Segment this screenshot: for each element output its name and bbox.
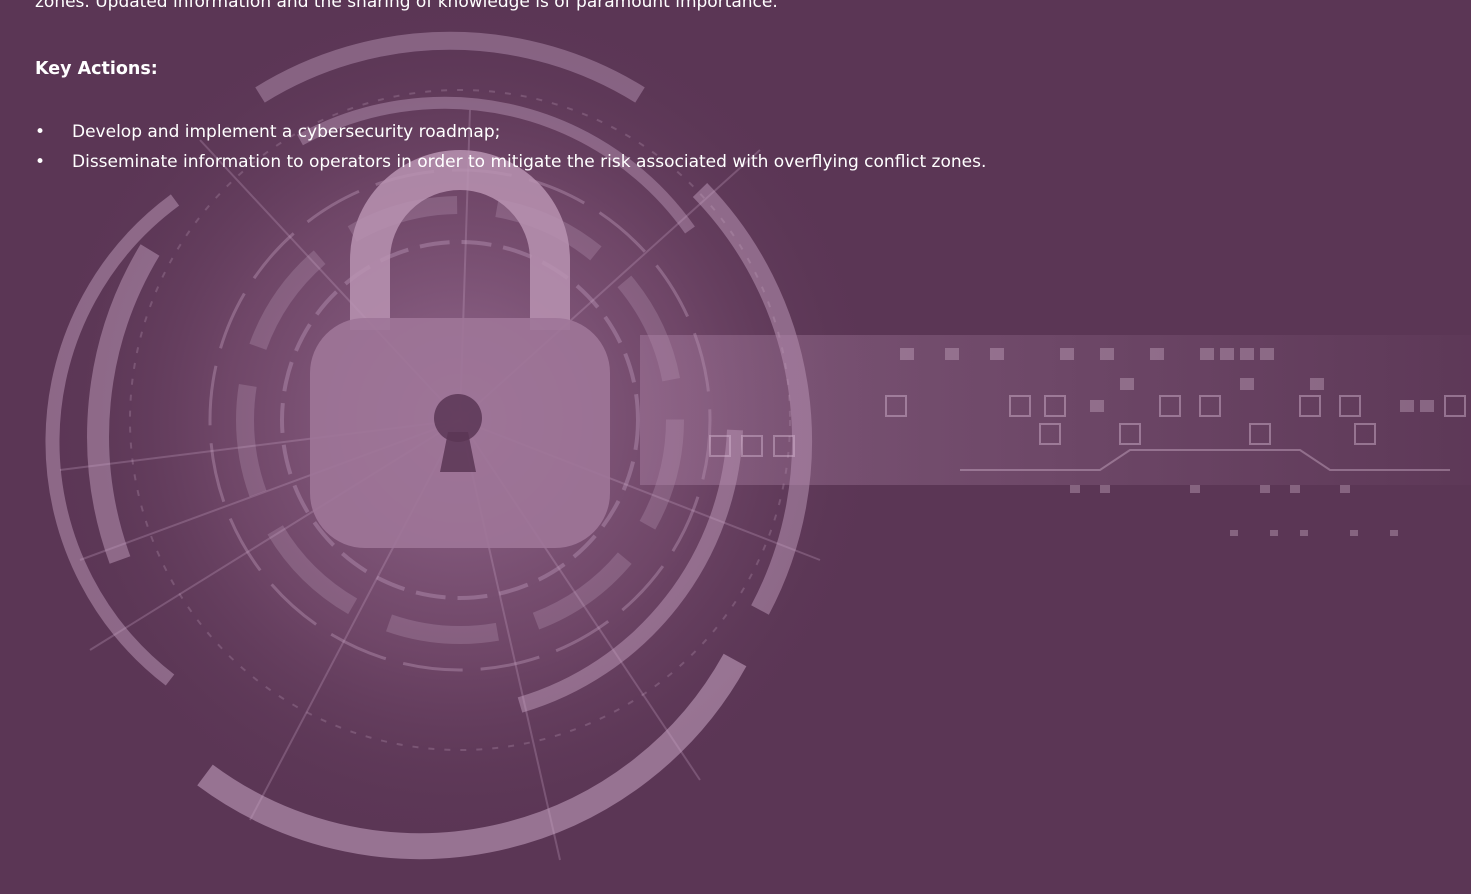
- list-item-text: Disseminate information to operators in …: [72, 152, 987, 172]
- list-item-text: Develop and implement a cybersecurity ro…: [72, 122, 501, 142]
- bullet-icon: •: [35, 152, 46, 172]
- list-item: • Develop and implement a cybersecurity …: [35, 120, 986, 144]
- key-actions-heading: Key Actions:: [35, 59, 158, 79]
- intro-paragraph-tail: zones. Updated information and the shari…: [35, 0, 778, 12]
- list-item: • Disseminate information to operators i…: [35, 150, 986, 174]
- bullet-icon: •: [35, 122, 46, 142]
- key-actions-list: • Develop and implement a cybersecurity …: [35, 120, 986, 180]
